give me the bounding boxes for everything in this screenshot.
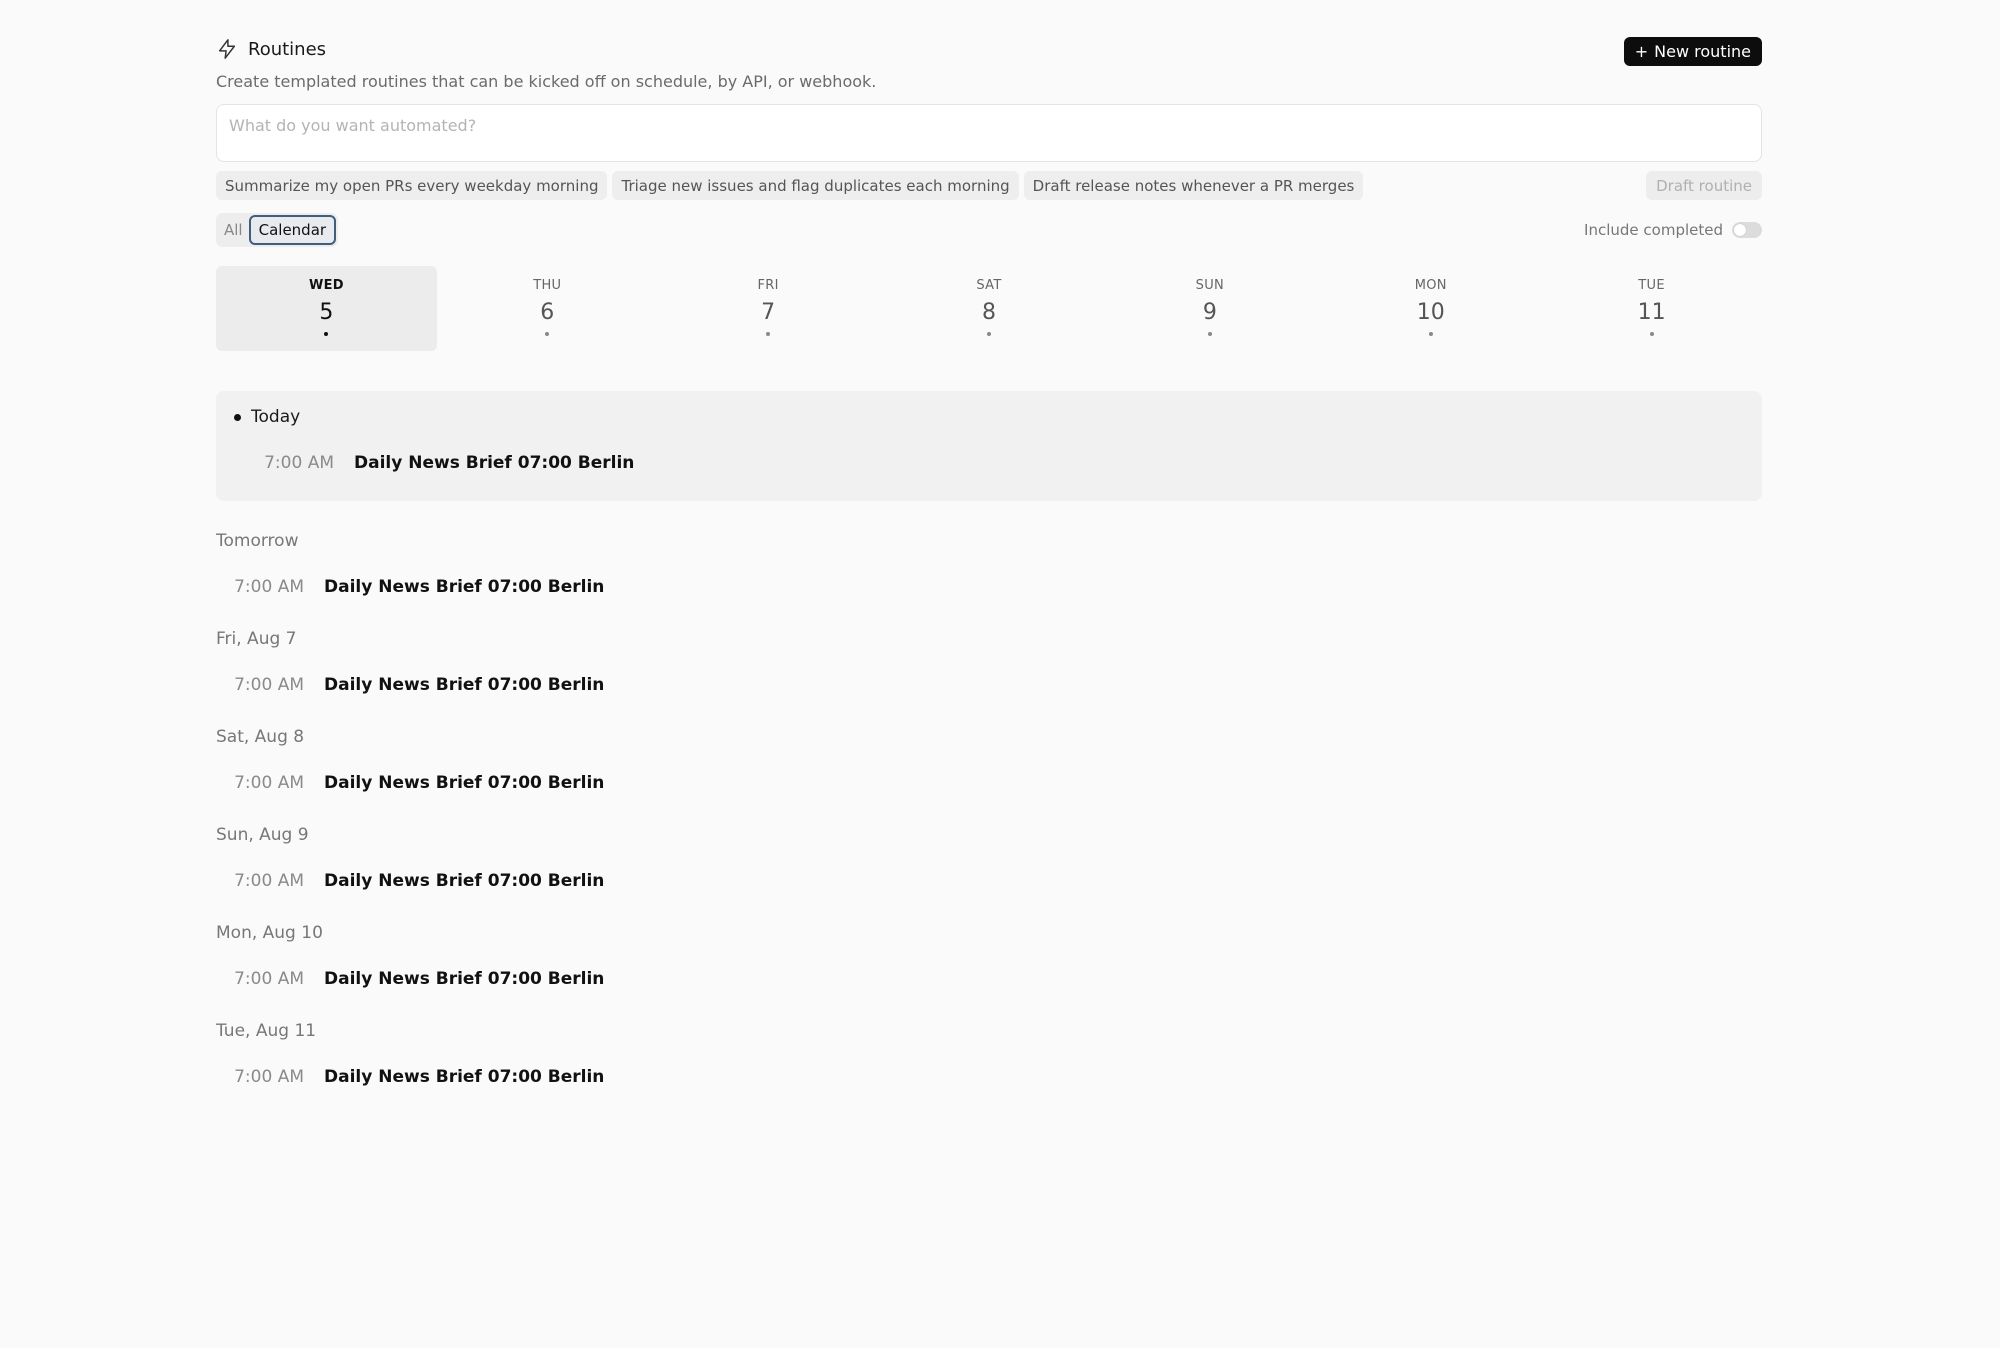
event-dot-icon	[545, 332, 550, 336]
day-number: 7	[761, 300, 776, 325]
day-of-week: FRI	[757, 278, 779, 293]
day-number: 9	[1202, 300, 1217, 325]
today-header: Today	[234, 407, 1744, 427]
day-group: Tue, Aug 11 7:00 AM Daily News Brief 07:…	[216, 1021, 1762, 1089]
today-bullet-icon	[234, 413, 241, 421]
page-subtitle: Create templated routines that can be ki…	[216, 72, 877, 91]
group-title: Fri, Aug 7	[216, 629, 297, 649]
day-of-week: WED	[308, 278, 344, 293]
tab-all[interactable]: All	[218, 216, 249, 244]
event-dot-icon	[766, 332, 771, 336]
entry-name: Daily News Brief 07:00 Berlin	[324, 1067, 605, 1087]
entry-name: Daily News Brief 07:00 Berlin	[324, 577, 605, 597]
routines-page: Routines Create templated routines that …	[0, 0, 2000, 1348]
day-thu[interactable]: THU 6	[437, 266, 658, 351]
new-routine-label: New routine	[1654, 42, 1751, 61]
plus-icon: +	[1634, 42, 1649, 61]
day-tue[interactable]: TUE 11	[1541, 266, 1762, 351]
entry-time: 7:00 AM	[234, 773, 304, 793]
day-group: Sun, Aug 9 7:00 AM Daily News Brief 07:0…	[216, 825, 1762, 893]
entry-time: 7:00 AM	[234, 969, 304, 989]
day-number: 6	[540, 300, 555, 325]
day-fri[interactable]: FRI 7	[658, 266, 879, 351]
routine-entry[interactable]: 7:00 AM Daily News Brief 07:00 Berlin	[216, 1065, 1762, 1089]
suggestion-chip[interactable]: Triage new issues and flag duplicates ea…	[612, 171, 1019, 200]
entry-name: Daily News Brief 07:00 Berlin	[324, 969, 605, 989]
day-group: Tomorrow 7:00 AM Daily News Brief 07:00 …	[216, 531, 1762, 599]
today-label: Today	[251, 407, 301, 427]
day-wed[interactable]: WED 5	[216, 266, 437, 351]
day-number: 8	[982, 300, 996, 325]
include-completed-toggle[interactable]	[1732, 222, 1762, 238]
new-routine-button[interactable]: + New routine	[1623, 37, 1762, 66]
main-container: Routines Create templated routines that …	[216, 34, 1762, 1089]
day-number: 5	[319, 300, 334, 325]
routine-entry[interactable]: 7:00 AM Daily News Brief 07:00 Berlin	[216, 771, 1762, 795]
page-title: Routines	[248, 38, 327, 60]
day-group: Fri, Aug 7 7:00 AM Daily News Brief 07:0…	[216, 629, 1762, 697]
suggestions-row: Summarize my open PRs every weekday morn…	[216, 171, 1762, 200]
lightning-bolt-icon	[218, 39, 236, 59]
view-controls: All Calendar Include completed	[216, 213, 1762, 247]
page-header: Routines Create templated routines that …	[216, 34, 1762, 92]
title-row: Routines	[216, 34, 1762, 64]
group-title: Sun, Aug 9	[216, 825, 309, 845]
event-dot-icon	[1428, 332, 1433, 336]
suggestion-chip[interactable]: Draft release notes whenever a PR merges	[1023, 171, 1364, 200]
routine-prompt-box[interactable]	[216, 104, 1762, 162]
entry-time: 7:00 AM	[234, 675, 304, 695]
suggestion-chip[interactable]: Summarize my open PRs every weekday morn…	[216, 171, 608, 200]
group-title: Tue, Aug 11	[216, 1021, 317, 1041]
entry-time: 7:00 AM	[264, 453, 334, 473]
day-of-week: MON	[1414, 278, 1447, 293]
entry-name: Daily News Brief 07:00 Berlin	[324, 871, 605, 891]
group-title: Tomorrow	[216, 531, 299, 551]
entry-time: 7:00 AM	[234, 577, 304, 597]
event-dot-icon	[1649, 332, 1654, 336]
week-strip: WED 5 THU 6 FRI 7 SAT 8 SUN 9 MON 10 TUE…	[216, 266, 1762, 351]
today-section: Today 7:00 AM Daily News Brief 07:00 Ber…	[216, 391, 1762, 501]
event-dot-icon	[1207, 332, 1212, 336]
routine-prompt-input[interactable]	[227, 115, 1755, 136]
day-of-week: TUE	[1638, 278, 1665, 293]
day-of-week: THU	[533, 278, 562, 293]
day-sat[interactable]: SAT 8	[879, 266, 1100, 351]
entry-name: Daily News Brief 07:00 Berlin	[324, 675, 605, 695]
day-group: Mon, Aug 10 7:00 AM Daily News Brief 07:…	[216, 923, 1762, 991]
day-mon[interactable]: MON 10	[1320, 266, 1541, 351]
entry-name: Daily News Brief 07:00 Berlin	[354, 453, 635, 473]
day-group: Sat, Aug 8 7:00 AM Daily News Brief 07:0…	[216, 727, 1762, 795]
event-dot-icon	[324, 332, 329, 336]
include-completed-label: Include completed	[1584, 221, 1723, 239]
include-completed-control: Include completed	[1584, 221, 1762, 239]
day-number: 11	[1637, 300, 1666, 325]
group-title: Sat, Aug 8	[216, 727, 305, 747]
entry-name: Daily News Brief 07:00 Berlin	[324, 773, 605, 793]
day-of-week: SAT	[976, 278, 1002, 293]
entry-time: 7:00 AM	[234, 871, 304, 891]
routine-entry[interactable]: 7:00 AM Daily News Brief 07:00 Berlin	[216, 967, 1762, 991]
tab-calendar[interactable]: Calendar	[248, 215, 337, 245]
event-dot-icon	[987, 332, 991, 336]
day-of-week: SUN	[1195, 278, 1225, 293]
routine-entry[interactable]: 7:00 AM Daily News Brief 07:00 Berlin	[216, 575, 1762, 599]
toggle-knob	[1734, 224, 1746, 236]
group-title: Mon, Aug 10	[216, 923, 323, 943]
routine-entry[interactable]: 7:00 AM Daily News Brief 07:00 Berlin	[234, 451, 1744, 475]
routine-entry[interactable]: 7:00 AM Daily News Brief 07:00 Berlin	[216, 869, 1762, 893]
view-tabs: All Calendar	[216, 213, 339, 247]
entry-time: 7:00 AM	[234, 1067, 304, 1087]
day-sun[interactable]: SUN 9	[1099, 266, 1320, 351]
routine-entry[interactable]: 7:00 AM Daily News Brief 07:00 Berlin	[216, 673, 1762, 697]
draft-routine-button[interactable]: Draft routine	[1646, 171, 1762, 200]
day-number: 10	[1416, 300, 1445, 325]
